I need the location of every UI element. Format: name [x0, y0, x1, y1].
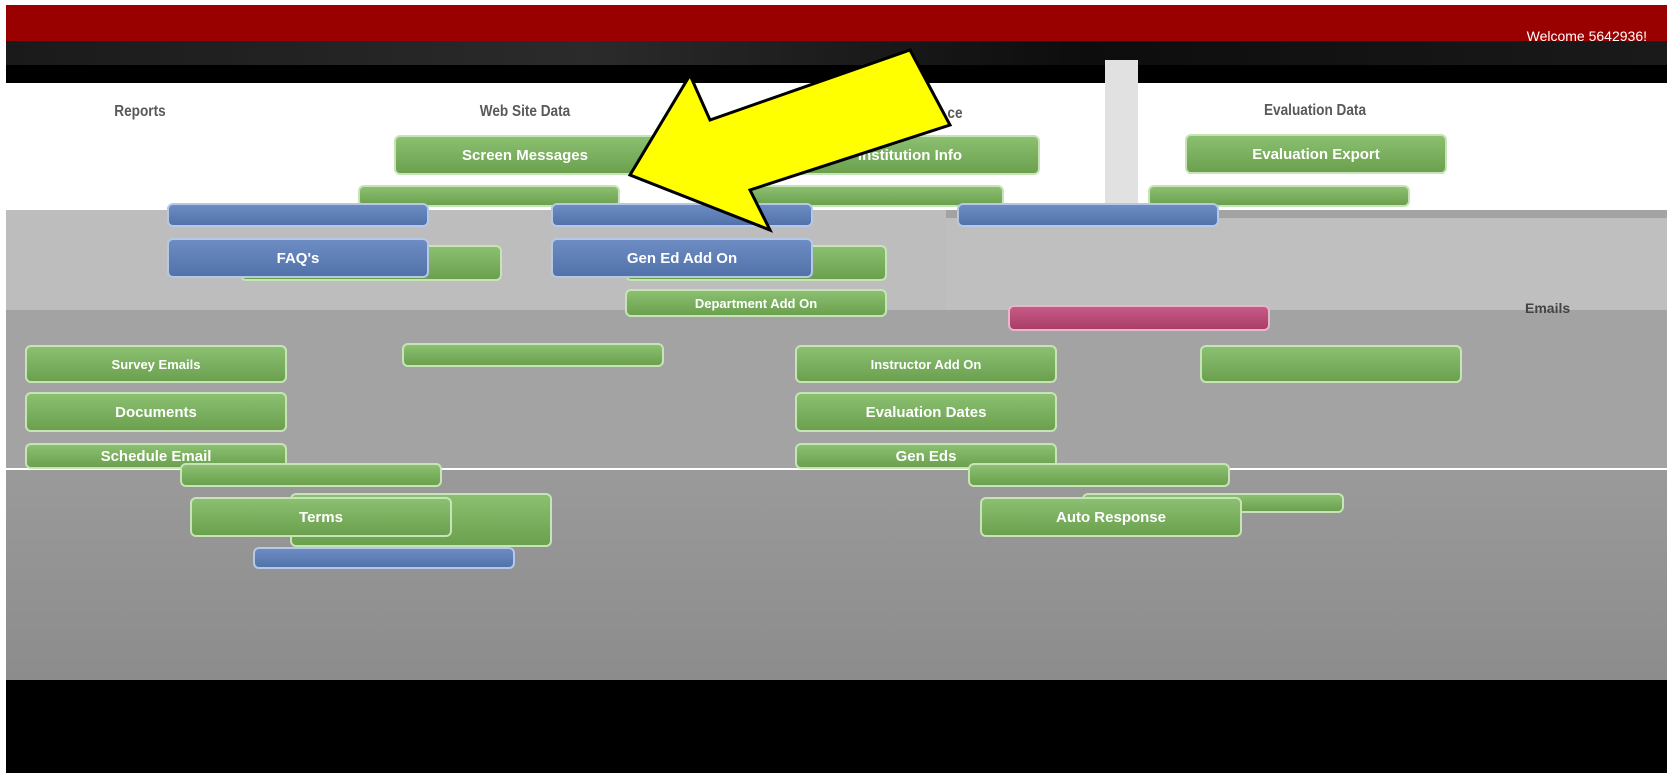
green-strip-mid[interactable]	[402, 343, 664, 367]
faqs-button[interactable]: FAQ's	[167, 238, 429, 278]
reports-heading: Reports	[114, 103, 166, 120]
content-row-light-right	[946, 218, 1667, 310]
blue-strip-low[interactable]	[253, 547, 515, 569]
web-site-data-heading: Web Site Data	[479, 103, 571, 120]
instructor-add-on-button-2[interactable]	[1200, 345, 1462, 383]
evaluation-export-button[interactable]: Evaluation Export	[1185, 134, 1447, 174]
evaluation-dates-button[interactable]: Evaluation Dates	[795, 392, 1057, 432]
gen-ed-add-on-button[interactable]: Gen Ed Add On	[551, 238, 813, 278]
instructor-add-on-button[interactable]: Instructor Add On	[795, 345, 1057, 383]
pink-button[interactable]	[1008, 305, 1270, 331]
green-strip-low-2[interactable]	[968, 463, 1230, 487]
welcome-text: Welcome 5642936!	[1526, 28, 1647, 44]
footer	[6, 680, 1667, 773]
survey-emails-button[interactable]: Survey Emails	[25, 345, 287, 383]
evaluation-data-heading: Evaluation Data	[1263, 102, 1367, 119]
column-divider	[1105, 60, 1138, 210]
documents-button[interactable]: Documents	[25, 392, 287, 432]
department-add-on-button[interactable]: Department Add On	[625, 289, 887, 317]
emails-label: Emails	[1525, 300, 1571, 316]
green-strip-low-1[interactable]	[180, 463, 442, 487]
yellow-arrow-annotation	[627, 48, 953, 233]
terms-button[interactable]: Terms	[190, 497, 452, 537]
blue-strip-1[interactable]	[167, 203, 429, 227]
auto-response-button[interactable]: Auto Response	[980, 497, 1242, 537]
blue-strip-3[interactable]	[957, 203, 1219, 227]
